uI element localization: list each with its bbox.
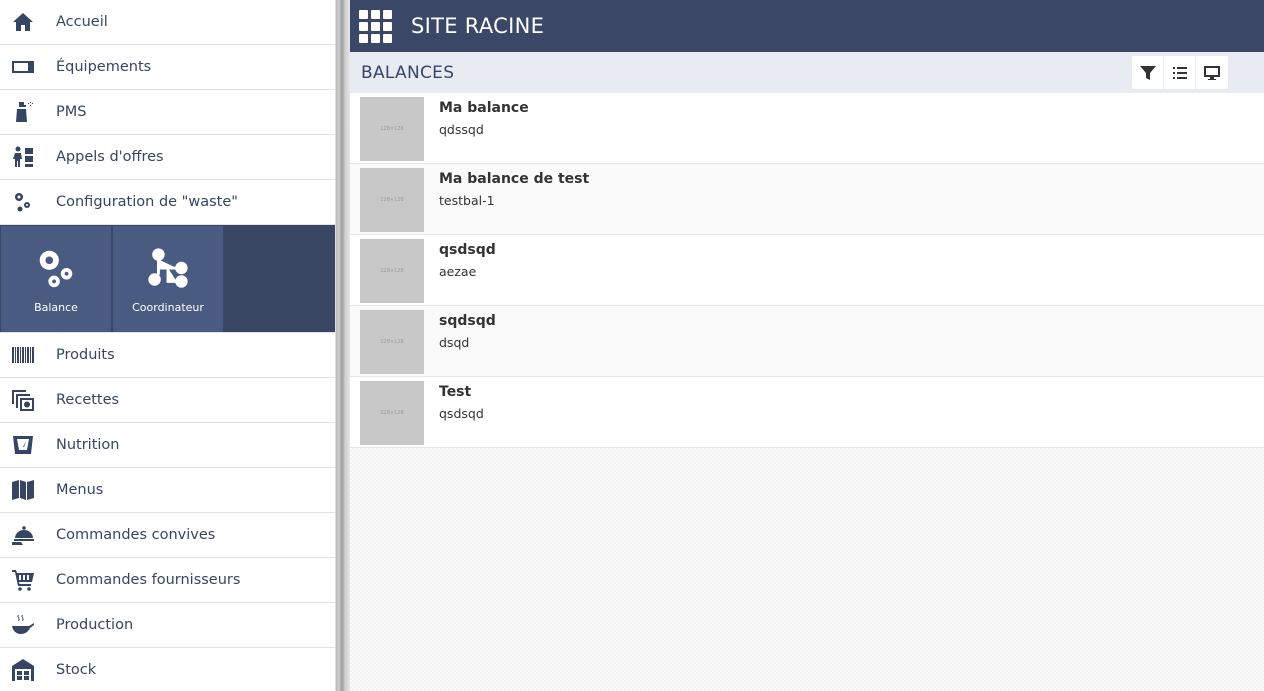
item-subtitle: aezae [439,264,477,279]
sidebar-item-label: Accueil [56,14,108,30]
sidebar-item-label: Commandes fournisseurs [56,572,241,588]
monitor-icon [1204,65,1220,80]
apps-grid-icon[interactable] [359,10,392,43]
section-header: BALANCES [350,52,1264,93]
sidebar-item-configuration-waste[interactable]: Configuration de "waste" [0,180,335,225]
sidebar-item-label: Menus [56,482,104,498]
item-subtitle: testbal-1 [439,193,495,208]
tile-label: Coordinateur [132,300,204,314]
gears-icon [0,180,44,225]
tile-coordinateur[interactable]: Coordinateur [113,226,223,332]
page-title: BALANCES [361,62,455,83]
filter-icon [1139,65,1156,80]
sidebar-item-commandes-convives[interactable]: Commandes convives [0,513,335,558]
tile-label: Balance [34,300,78,314]
list-item[interactable]: 128×128 Ma balance de test testbal-1 [350,164,1264,235]
sidebar-item-commandes-fournisseurs[interactable]: Commandes fournisseurs [0,558,335,603]
list-item[interactable]: 128×128 qsdsqd aezae [350,235,1264,306]
hierarchy-icon [148,247,188,288]
sidebar-item-label: Recettes [56,392,120,408]
sidebar-item-accueil[interactable]: Accueil [0,0,335,45]
sidebar-item-equipements[interactable]: Équipements [0,45,335,90]
sidebar-item-appels-offres[interactable]: Appels d'offres [0,135,335,180]
sidebar-item-label: Production [56,617,134,633]
map-icon [0,468,44,513]
sidebar-item-produits[interactable]: Produits [0,333,335,378]
item-subtitle: qsdsqd [439,406,484,421]
config-subpanel: Balance Coordinateur [0,225,335,333]
view-toolbar [1132,56,1228,89]
list-view-button[interactable] [1164,56,1196,89]
sidebar-item-stock[interactable]: Stock [0,648,335,691]
list-item[interactable]: 128×128 Test qsdsqd [350,377,1264,448]
top-header: SITE RACINE [350,0,1264,52]
warehouse-icon [0,648,44,691]
item-title: Ma balance de test [439,171,590,187]
filter-button[interactable] [1132,56,1164,89]
list-item[interactable]: 128×128 sqdsqd dsqd [350,306,1264,377]
item-thumbnail: 128×128 [360,168,424,232]
item-thumbnail: 128×128 [360,239,424,303]
sidebar-item-label: Stock [56,662,97,678]
display-view-button[interactable] [1196,56,1228,89]
sidebar-item-label: Configuration de "waste" [56,194,238,210]
gears-icon [39,250,73,287]
home-icon [0,0,44,45]
item-thumbnail: 128×128 [360,97,424,161]
sidebar-item-label: Équipements [56,59,152,75]
list-item[interactable]: 128×128 Ma balance qdssqd [350,93,1264,164]
item-thumbnail: 128×128 [360,310,424,374]
barcode-icon [0,333,44,378]
cloche-icon [0,513,44,558]
sidebar-item-label: Nutrition [56,437,120,453]
site-title: SITE RACINE [411,14,545,38]
item-title: Ma balance [439,100,529,116]
sidebar-item-menus[interactable]: Menus [0,468,335,513]
item-title: sqdsqd [439,313,496,329]
item-title: qsdsqd [439,242,496,258]
tile-balance[interactable]: Balance [1,226,111,332]
sidebar-item-label: Commandes convives [56,527,216,543]
balances-list: 128×128 Ma balance qdssqd 128×128 Ma bal… [350,93,1264,448]
sidebar: Accueil Équipements PMS Appels d'offres … [0,0,336,691]
sidebar-item-label: Produits [56,347,115,363]
pan-icon [0,603,44,648]
cart-icon [0,558,44,603]
sidebar-item-pms[interactable]: PMS [0,90,335,135]
sidebar-resize-handle[interactable] [336,0,350,691]
list-icon [1172,66,1187,79]
sidebar-item-label: PMS [56,104,87,120]
nutrition-icon [0,423,44,468]
tender-icon [0,135,44,180]
spray-icon [0,90,44,135]
sidebar-item-production[interactable]: Production [0,603,335,648]
sidebar-item-label: Appels d'offres [56,149,164,165]
recipes-icon [0,378,44,423]
item-title: Test [439,384,472,400]
equipment-icon [0,45,44,90]
item-subtitle: qdssqd [439,122,484,137]
item-subtitle: dsqd [439,335,470,350]
item-thumbnail: 128×128 [360,381,424,445]
sidebar-item-nutrition[interactable]: Nutrition [0,423,335,468]
empty-list-area [350,448,1264,691]
sidebar-item-recettes[interactable]: Recettes [0,378,335,423]
